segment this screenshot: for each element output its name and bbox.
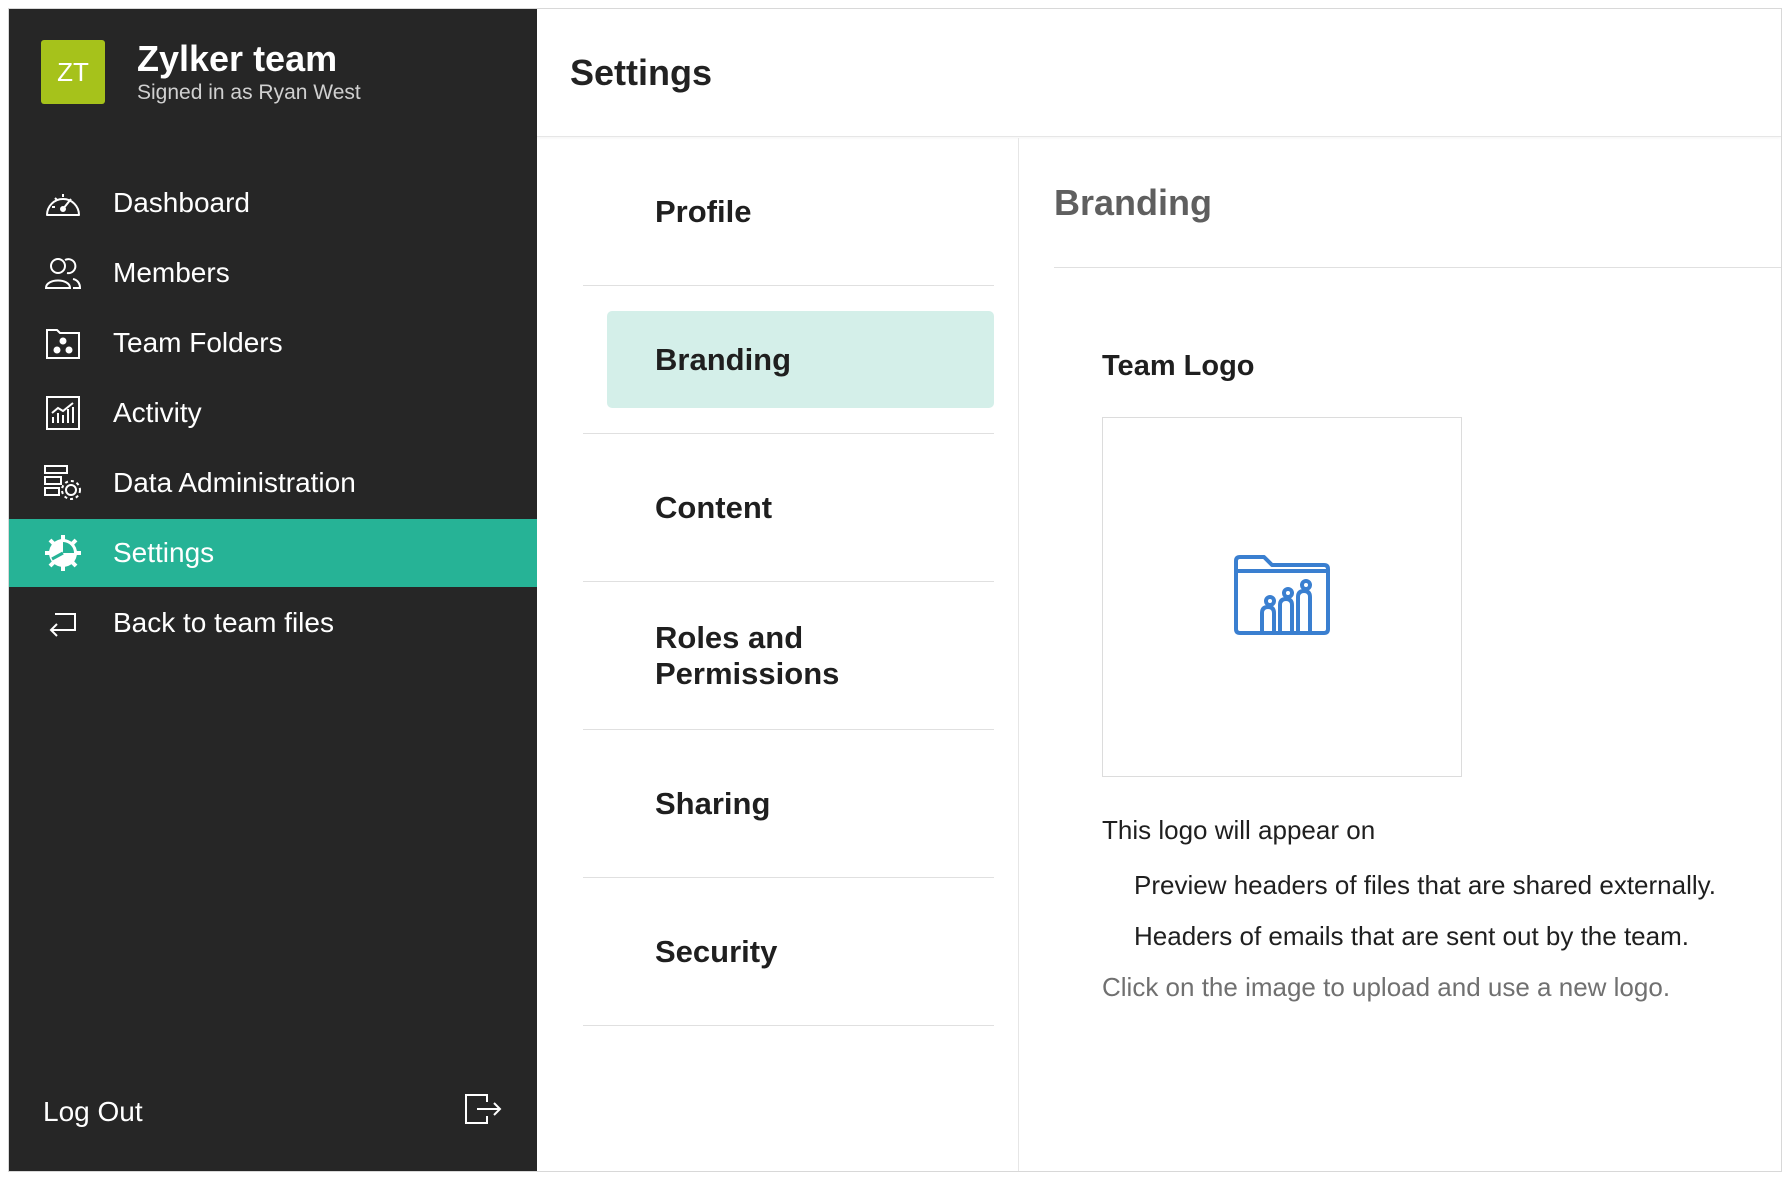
settings-tab-sharing[interactable]: Sharing — [583, 730, 994, 878]
settings-tab-security[interactable]: Security — [583, 878, 994, 1026]
sidebar-item-back-to-team-files[interactable]: Back to team files — [9, 589, 537, 657]
team-folders-icon — [43, 323, 83, 363]
settings-gear-icon — [43, 533, 83, 573]
settings-tab-branding[interactable]: Branding — [583, 286, 994, 434]
appear-intro: This logo will appear on — [1102, 815, 1376, 845]
dashboard-gauge-icon — [43, 183, 83, 223]
logout-button[interactable]: Log Out — [43, 1092, 503, 1131]
team-logo-heading: Team Logo — [1102, 350, 1255, 382]
sidebar-item-label: Members — [113, 257, 230, 288]
page-title: Settings — [570, 51, 713, 93]
appear-item: Headers of emails that are sent out by t… — [1134, 921, 1689, 951]
settings-tab-label: Branding — [655, 341, 792, 377]
data-admin-gear-icon — [43, 463, 83, 503]
team-folder-logo-icon — [1232, 553, 1332, 642]
settings-tab-label: Sharing — [655, 785, 771, 821]
settings-nav: Profile Branding Content Roles and Permi… — [537, 138, 1019, 1171]
sidebar-item-label: Team Folders — [113, 327, 283, 358]
upload-hint: Click on the image to upload and use a n… — [1102, 972, 1671, 1002]
settings-tab-profile[interactable]: Profile — [583, 138, 994, 286]
sidebar-item-label: Back to team files — [113, 607, 334, 638]
sidebar-item-label: Settings — [113, 537, 215, 568]
sidebar-item-dashboard[interactable]: Dashboard — [9, 169, 537, 237]
section-title: Branding — [1054, 138, 1781, 268]
sidebar-item-members[interactable]: Members — [9, 239, 537, 307]
top-bar: Settings — [537, 9, 1781, 137]
sidebar-item-data-administration[interactable]: Data Administration — [9, 449, 537, 517]
logout-label: Log Out — [43, 1095, 143, 1127]
appear-list: Preview headers of files that are shared… — [1134, 870, 1781, 952]
team-info: Zylker team Signed in as Ryan West — [137, 39, 361, 105]
logout-icon — [463, 1092, 503, 1131]
app-window: ZT Zylker team Signed in as Ryan West Da… — [8, 8, 1782, 1172]
members-icon — [43, 253, 83, 293]
settings-tab-label: Roles and Permissions — [655, 619, 840, 691]
settings-tab-roles-and-permissions[interactable]: Roles and Permissions — [583, 582, 994, 730]
settings-tab-content[interactable]: Content — [583, 434, 994, 582]
main-area: Settings Profile Branding Content Roles … — [537, 9, 1781, 1171]
team-logo-upload[interactable] — [1102, 417, 1462, 777]
branding-panel: Branding Team Logo This logo will appear… — [1020, 138, 1781, 1171]
sidebar-item-activity[interactable]: Activity — [9, 379, 537, 447]
activity-chart-icon — [43, 393, 83, 433]
sidebar-item-label: Activity — [113, 397, 202, 428]
sidebar-item-label: Dashboard — [113, 187, 250, 218]
sidebar-item-settings[interactable]: Settings — [9, 519, 537, 587]
team-avatar: ZT — [41, 40, 105, 104]
back-arrow-icon — [43, 603, 83, 643]
sidebar: ZT Zylker team Signed in as Ryan West Da… — [9, 9, 537, 1171]
team-name: Zylker team — [137, 38, 338, 79]
signed-in-text: Signed in as Ryan West — [137, 81, 361, 104]
settings-tab-label: Content — [655, 489, 773, 525]
sidebar-item-team-folders[interactable]: Team Folders — [9, 309, 537, 377]
sidebar-item-label: Data Administration — [113, 467, 356, 498]
sidebar-nav: Dashboard Members Team Folders Activity … — [9, 169, 537, 659]
team-brand: ZT Zylker team Signed in as Ryan West — [41, 39, 361, 105]
settings-tab-label: Security — [655, 933, 778, 969]
appear-item: Preview headers of files that are shared… — [1134, 870, 1716, 900]
settings-tab-label: Profile — [655, 193, 752, 229]
